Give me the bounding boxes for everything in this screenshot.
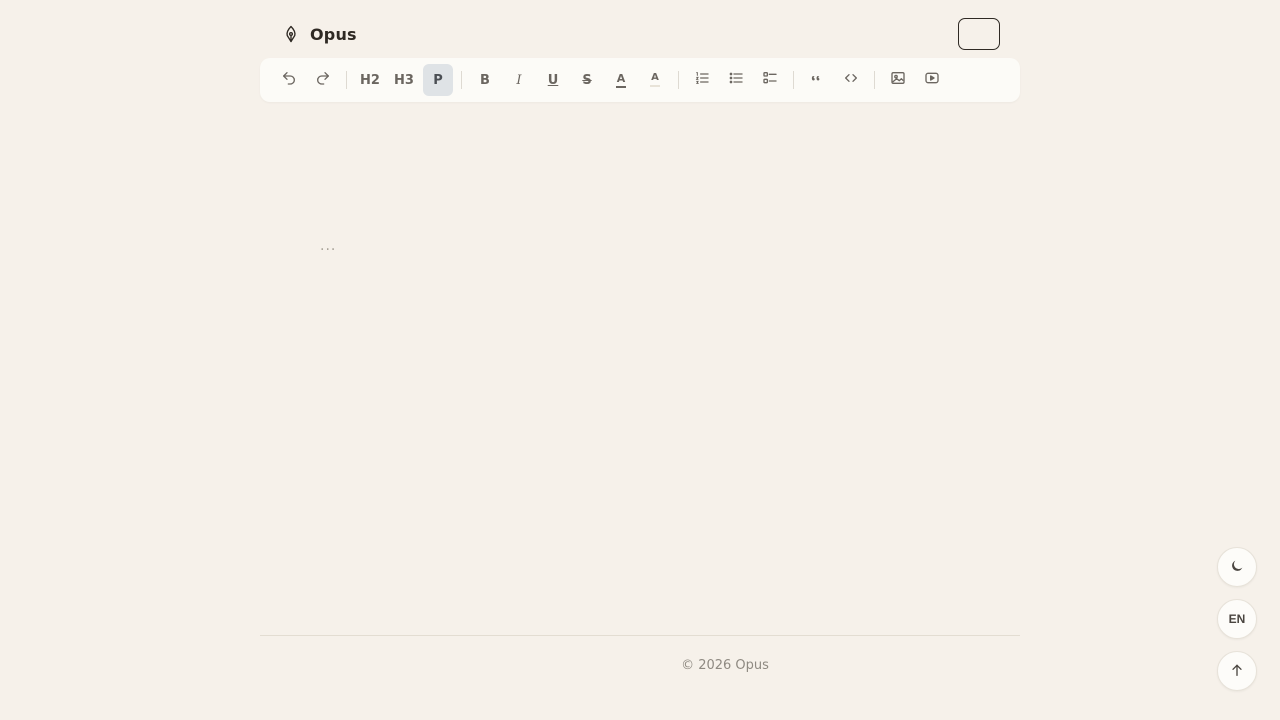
theme-toggle-button[interactable]: [1217, 547, 1257, 587]
heading3-label: H3: [394, 72, 414, 88]
bold-icon: B: [480, 72, 490, 88]
heading2-button[interactable]: H2: [355, 64, 385, 96]
bold-button[interactable]: B: [470, 64, 500, 96]
text-color-letter: A: [616, 71, 626, 85]
header-action-button[interactable]: [958, 18, 1000, 50]
undo-button[interactable]: [274, 64, 304, 96]
italic-button[interactable]: I: [504, 64, 534, 96]
toolbar-separator: [874, 71, 875, 89]
language-label: EN: [1228, 612, 1246, 626]
redo-button[interactable]: [308, 64, 338, 96]
paragraph-button[interactable]: P: [423, 64, 453, 96]
bullet-list-button[interactable]: [721, 64, 751, 96]
highlight-bar: [650, 85, 660, 87]
header: Opus: [260, 16, 1020, 52]
highlight-color-button[interactable]: A: [640, 64, 670, 96]
toolbar-separator: [678, 71, 679, 89]
undo-icon: [281, 70, 297, 90]
text-color-button[interactable]: A: [606, 64, 636, 96]
footer-copyright: © 2026 Opus: [681, 658, 769, 673]
task-list-button[interactable]: [755, 64, 785, 96]
brand-name: Opus: [310, 24, 357, 44]
heading2-label: H2: [360, 72, 380, 88]
ordered-list-icon: [694, 70, 710, 90]
editor-placeholder: ...: [320, 238, 337, 254]
paragraph-label: P: [433, 72, 443, 88]
italic-icon: I: [516, 72, 522, 88]
strikethrough-button[interactable]: S: [572, 64, 602, 96]
image-button[interactable]: [883, 64, 913, 96]
heading3-button[interactable]: H3: [389, 64, 419, 96]
strikethrough-icon: S: [582, 72, 592, 88]
task-list-icon: [762, 70, 778, 90]
image-icon: [890, 70, 906, 90]
underline-icon: U: [547, 72, 559, 88]
text-color-icon: A: [616, 73, 626, 88]
ordered-list-button[interactable]: [687, 64, 717, 96]
language-toggle-button[interactable]: EN: [1217, 599, 1257, 639]
blockquote-button[interactable]: [802, 64, 832, 96]
brand-link[interactable]: Opus: [280, 23, 357, 45]
toolbar-separator: [346, 71, 347, 89]
redo-icon: [315, 70, 331, 90]
arrow-up-icon: [1229, 662, 1245, 681]
scroll-to-top-button[interactable]: [1217, 651, 1257, 691]
toolbar-separator: [461, 71, 462, 89]
footer-divider: [260, 635, 1020, 636]
pen-nib-icon: [280, 23, 302, 45]
text-color-bar: [616, 85, 626, 88]
moon-icon: [1229, 558, 1245, 577]
bullet-list-icon: [728, 70, 744, 90]
highlight-letter: A: [651, 72, 659, 83]
highlight-icon: A: [650, 73, 660, 87]
editor-toolbar: H2 H3 P B I U S A A: [260, 58, 1020, 102]
underline-button[interactable]: U: [538, 64, 568, 96]
video-icon: [924, 70, 940, 90]
quote-icon: [809, 70, 825, 90]
code-button[interactable]: [836, 64, 866, 96]
page: Opus H2 H3 P B I U S A A ... © 2026 Opus…: [0, 0, 1280, 720]
editor-content[interactable]: ...: [260, 120, 1020, 620]
code-icon: [843, 70, 859, 90]
toolbar-separator: [793, 71, 794, 89]
video-button[interactable]: [917, 64, 947, 96]
